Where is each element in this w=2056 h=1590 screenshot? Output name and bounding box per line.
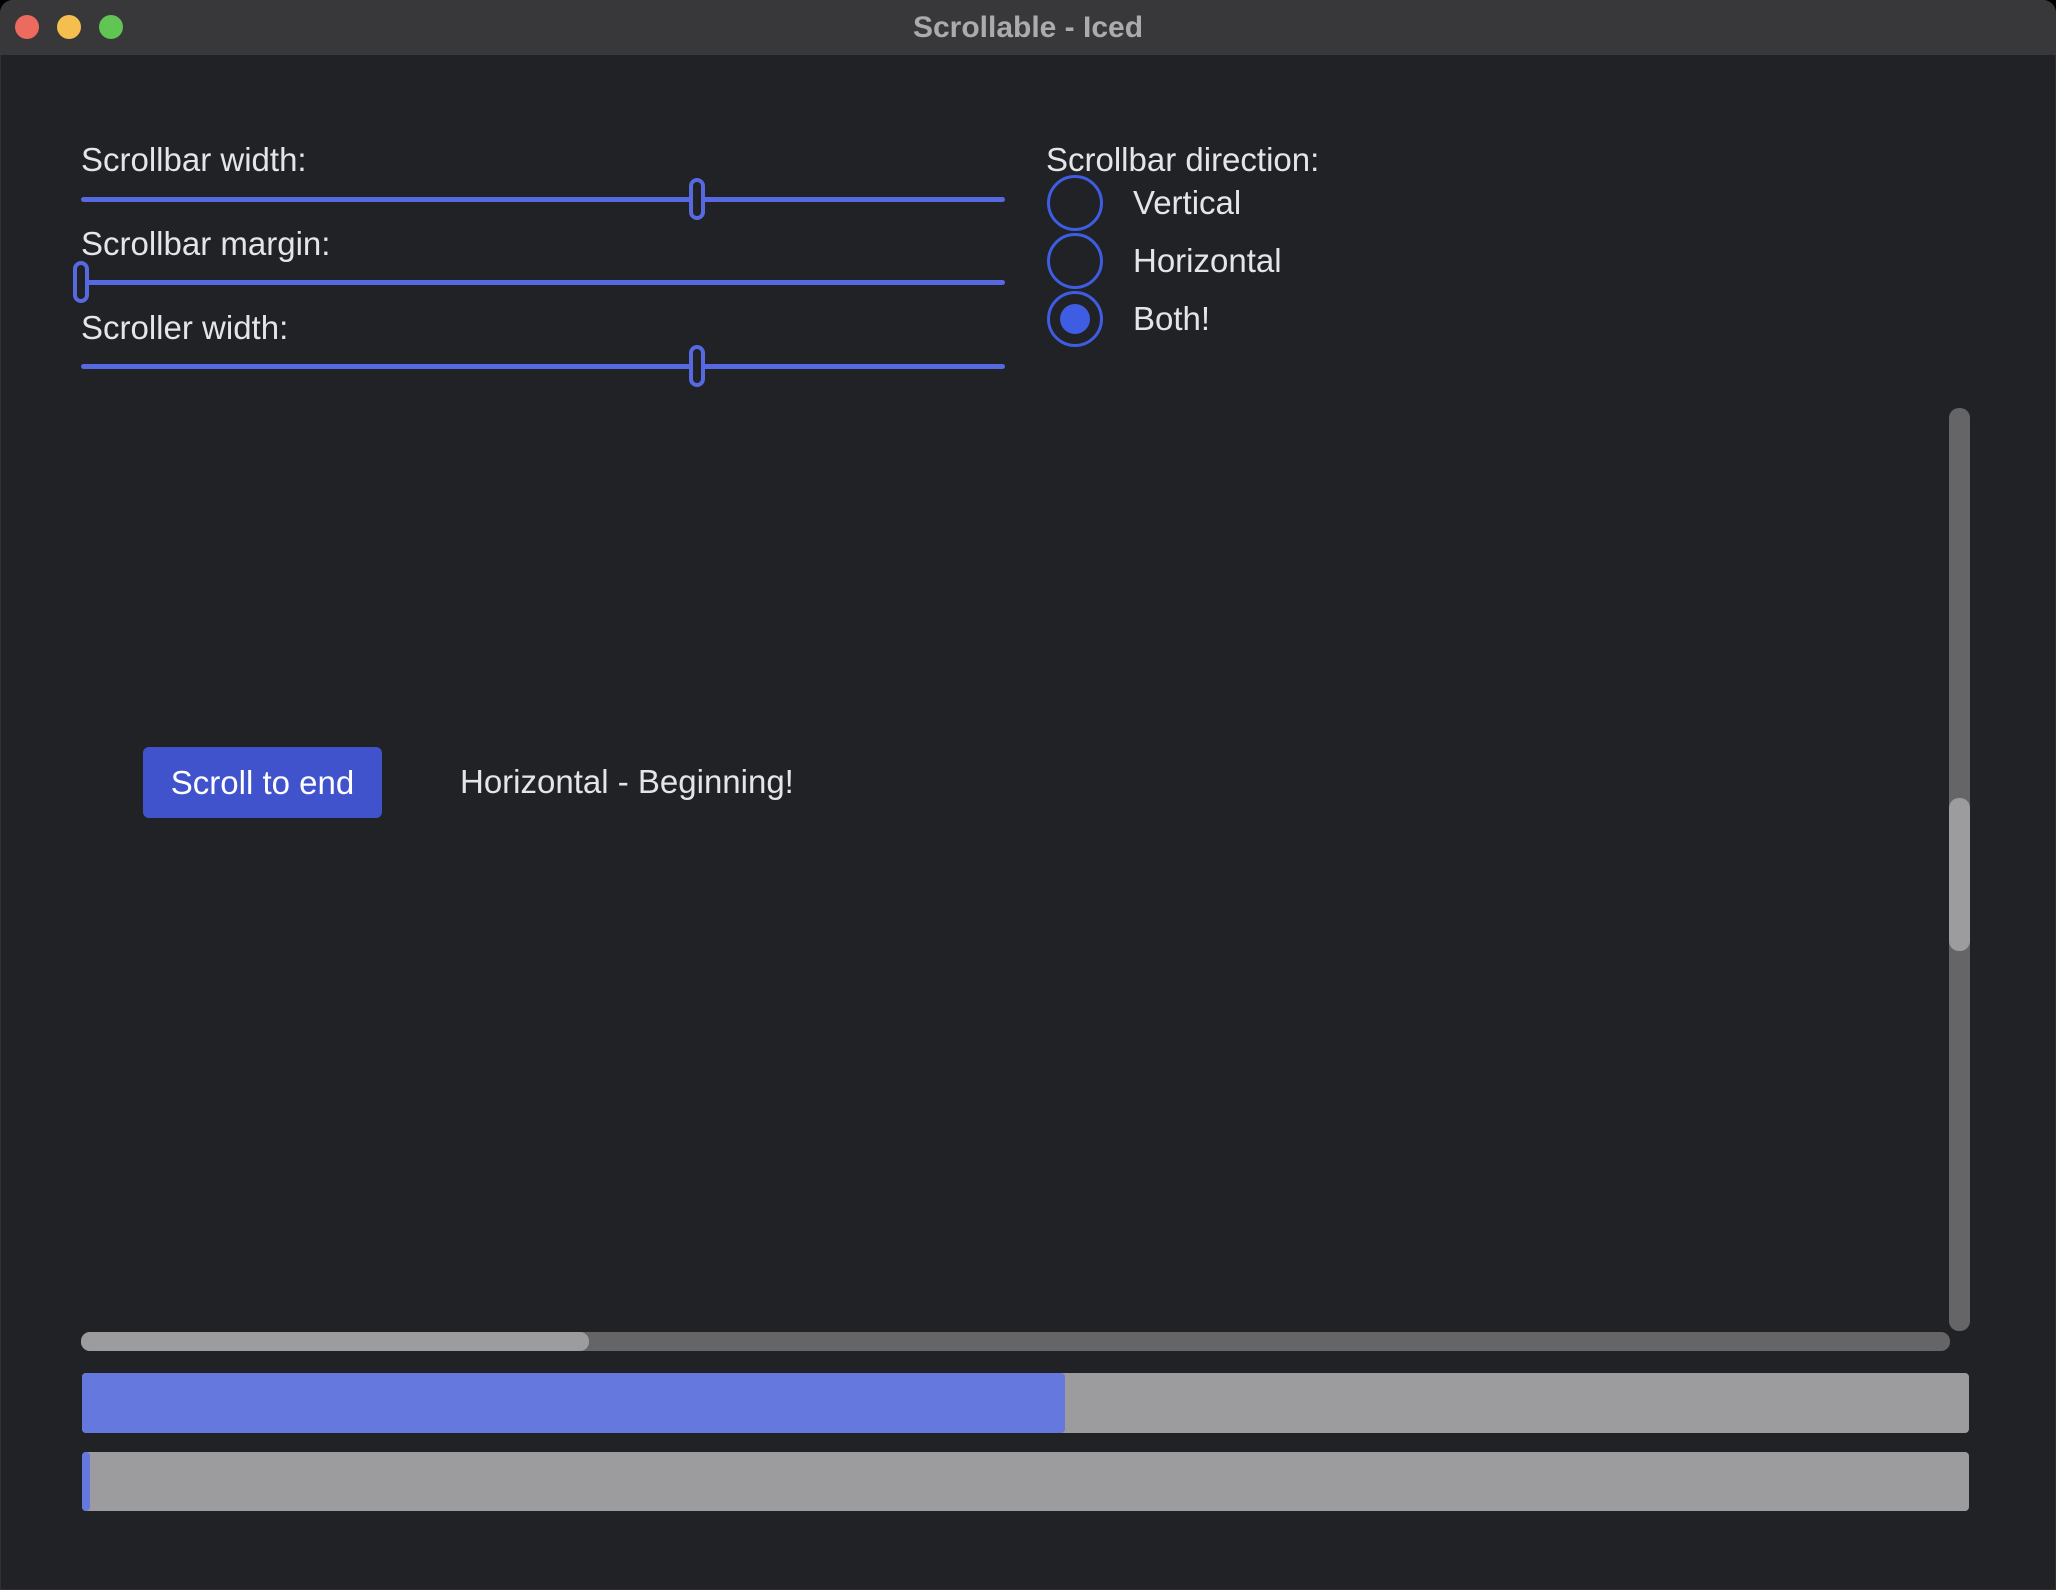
vertical-scroller[interactable] <box>1949 798 1970 950</box>
radio-circle[interactable] <box>1047 175 1103 231</box>
scroll-to-end-button[interactable]: Scroll to end <box>143 747 382 818</box>
horizontal-progress-fill <box>82 1452 90 1511</box>
scrollable-viewport[interactable]: Scroll to end Horizontal - Beginning! <box>0 408 2056 1352</box>
radio-circle[interactable] <box>1047 233 1103 289</box>
slider-rail <box>81 197 1005 202</box>
horizontal-scroller[interactable] <box>81 1332 589 1351</box>
radio-circle-selected[interactable] <box>1047 291 1103 347</box>
slider-rail <box>81 280 1005 285</box>
horizontal-progress-bar <box>82 1452 1969 1511</box>
slider-handle[interactable] <box>73 261 89 303</box>
scroller-width-slider[interactable] <box>81 344 1005 388</box>
scroll-status-text: Horizontal - Beginning! <box>460 760 794 804</box>
titlebar[interactable]: Scrollable - Iced <box>0 0 2056 55</box>
slider-handle[interactable] <box>689 345 705 387</box>
radio-label: Horizontal <box>1133 239 1282 283</box>
vertical-scrollbar[interactable] <box>1949 408 1970 1331</box>
vertical-progress-bar <box>82 1373 1969 1433</box>
vertical-progress-fill <box>82 1373 1065 1433</box>
radio-option-horizontal[interactable]: Horizontal <box>1047 233 1282 289</box>
window-title: Scrollable - Iced <box>0 0 2056 55</box>
radio-selected-dot <box>1060 304 1090 334</box>
slider-handle[interactable] <box>689 178 705 220</box>
radio-label: Vertical <box>1133 181 1241 225</box>
scrollbar-width-label: Scrollbar width: <box>81 138 307 182</box>
scrollbar-margin-slider[interactable] <box>81 260 1005 304</box>
radio-option-vertical[interactable]: Vertical <box>1047 175 1241 231</box>
scrollbar-width-slider[interactable] <box>81 177 1005 221</box>
radio-label: Both! <box>1133 297 1210 341</box>
radio-option-both[interactable]: Both! <box>1047 291 1210 347</box>
slider-rail <box>81 364 1005 369</box>
app-window: Scrollable - Iced Scrollbar width: Scrol… <box>0 0 2056 1590</box>
horizontal-scrollbar[interactable] <box>81 1332 1950 1351</box>
window-content: Scrollbar width: Scrollbar margin: Scrol… <box>0 55 2056 1590</box>
